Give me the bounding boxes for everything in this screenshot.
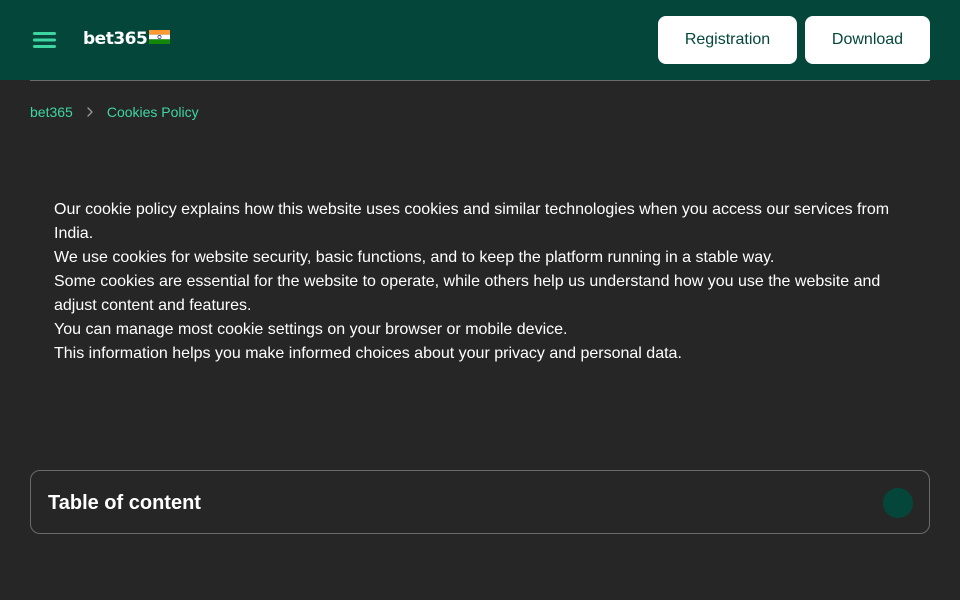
toc-toggle-button[interactable]: [883, 488, 913, 518]
cookie-policy-intro: Our cookie policy explains how this webs…: [54, 198, 914, 366]
breadcrumb: bet365 Cookies Policy: [30, 102, 199, 122]
table-of-content-accordion[interactable]: Table of content: [30, 470, 930, 534]
header-divider: [30, 80, 930, 81]
intro-paragraph: You can manage most cookie settings on y…: [54, 321, 568, 338]
breadcrumb-current: Cookies Policy: [106, 104, 199, 120]
toc-title: Table of content: [48, 492, 201, 514]
registration-button[interactable]: Registration: [658, 16, 797, 64]
intro-paragraph: Some cookies are essential for the websi…: [54, 273, 881, 314]
site-logo[interactable]: bet365: [83, 29, 171, 49]
hamburger-menu-icon: [33, 32, 56, 48]
chevron-right-icon: [83, 105, 97, 119]
site-header: bet365 Registration Download: [0, 0, 960, 80]
intro-paragraph: Our cookie policy explains how this webs…: [54, 201, 890, 242]
intro-paragraph: We use cookies for website security, bas…: [54, 249, 775, 266]
india-flag-icon: [149, 30, 171, 44]
breadcrumb-home-link[interactable]: bet365: [30, 104, 73, 120]
logo-text: bet365: [83, 29, 148, 49]
menu-button[interactable]: [30, 27, 60, 53]
download-button[interactable]: Download: [805, 16, 930, 64]
intro-paragraph: This information helps you make informed…: [54, 345, 682, 362]
